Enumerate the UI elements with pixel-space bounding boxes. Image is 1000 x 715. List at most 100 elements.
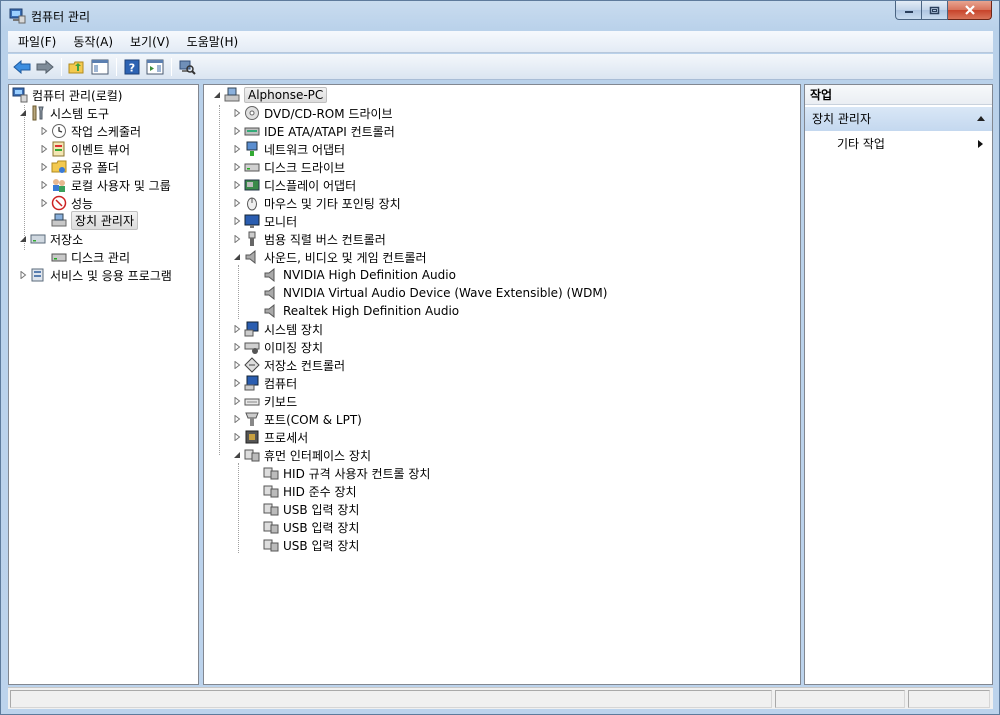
expand-arrow-icon[interactable] [18, 270, 28, 280]
collapse-arrow-icon[interactable] [18, 234, 28, 244]
tree-item-disk-management[interactable]: 디스크 관리 [51, 248, 130, 266]
show-hide-action-pane-button[interactable] [144, 56, 166, 78]
tree-item-event-viewer[interactable]: 이벤트 뷰어 [39, 140, 130, 158]
expand-arrow-icon[interactable] [39, 144, 49, 154]
expand-arrow-icon[interactable] [232, 324, 242, 334]
device-tree-pane: Alphonse-PC DVD/CD-ROM 드라이브 IDE ATA/ATAP… [203, 84, 801, 685]
users-group-icon [51, 177, 67, 193]
scan-hardware-icon [179, 60, 196, 75]
storage-icon [30, 231, 46, 247]
device-category-more-5[interactable]: 포트(COM & LPT) [232, 410, 362, 428]
up-folder-icon [68, 61, 84, 73]
expand-arrow-icon[interactable] [39, 126, 49, 136]
device-sound-0[interactable]: NVIDIA High Definition Audio [263, 266, 456, 284]
tree-item-computer-root[interactable]: Alphonse-PC [212, 86, 328, 104]
system-device-icon [244, 321, 260, 337]
device-category-2[interactable]: 네트워크 어댑터 [232, 140, 345, 158]
menu-help[interactable]: 도움말(H) [180, 32, 246, 52]
expand-arrow-icon[interactable] [232, 180, 242, 190]
device-category-more-2[interactable]: 저장소 컨트롤러 [232, 356, 345, 374]
title-bar[interactable]: 컴퓨터 관리 [1, 1, 999, 31]
device-category-sound[interactable]: 사운드, 비디오 및 게임 컨트롤러 [232, 248, 427, 266]
tree-item-device-manager[interactable]: 장치 관리자 [51, 210, 139, 230]
device-category-hid[interactable]: 휴먼 인터페이스 장치 [232, 446, 371, 464]
back-button[interactable] [11, 56, 33, 78]
expand-arrow-icon[interactable] [232, 360, 242, 370]
device-category-5[interactable]: 마우스 및 기타 포인팅 장치 [232, 194, 401, 212]
tree-item-computer-management[interactable]: 컴퓨터 관리(로컬) [12, 86, 122, 104]
up-folder-button[interactable] [66, 56, 88, 78]
minimize-button[interactable] [895, 1, 922, 20]
collapse-arrow-icon[interactable] [18, 108, 28, 118]
show-hide-console-tree-button[interactable] [89, 56, 111, 78]
collapse-arrow-icon[interactable] [212, 90, 222, 100]
hid-icon [244, 447, 260, 463]
tree-item-services-apps[interactable]: 서비스 및 응용 프로그램 [18, 266, 172, 284]
device-category-more-6[interactable]: 프로세서 [232, 428, 308, 446]
device-hid-4[interactable]: USB 입력 장치 [263, 536, 359, 554]
tree-item-task-scheduler[interactable]: 작업 스케줄러 [39, 122, 141, 140]
expand-arrow-icon[interactable] [232, 432, 242, 442]
device-category-label: 저장소 컨트롤러 [264, 358, 346, 373]
collapse-arrow-icon[interactable] [232, 252, 242, 262]
device-category-more-0[interactable]: 시스템 장치 [232, 320, 323, 338]
tree-item-system-tools[interactable]: 시스템 도구 [18, 104, 109, 122]
maximize-button[interactable] [922, 1, 948, 20]
help-button[interactable]: ? [121, 56, 143, 78]
expand-arrow-icon[interactable] [232, 414, 242, 424]
menu-action[interactable]: 동작(A) [66, 32, 120, 52]
device-sound-2[interactable]: Realtek High Definition Audio [263, 302, 459, 320]
device-category-more-3[interactable]: 컴퓨터 [232, 374, 297, 392]
processor-icon [244, 429, 260, 445]
device-hid-2[interactable]: USB 입력 장치 [263, 500, 359, 518]
expand-arrow-icon[interactable] [232, 162, 242, 172]
tree-item-performance[interactable]: 성능 [39, 194, 93, 212]
tree-item-label: 작업 스케줄러 [71, 124, 142, 139]
expand-arrow-icon[interactable] [232, 396, 242, 406]
tree-line [219, 105, 220, 455]
expand-arrow-icon[interactable] [232, 342, 242, 352]
expand-arrow-icon[interactable] [232, 144, 242, 154]
monitor-icon [244, 213, 260, 229]
expand-arrow-icon[interactable] [232, 378, 242, 388]
tree-item-label: 컴퓨터 관리(로컬) [32, 88, 123, 103]
device-category-0[interactable]: DVD/CD-ROM 드라이브 [232, 104, 393, 122]
device-category-3[interactable]: 디스크 드라이브 [232, 158, 345, 176]
device-category-1[interactable]: IDE ATA/ATAPI 컨트롤러 [232, 122, 395, 140]
expand-arrow-icon[interactable] [39, 180, 49, 190]
device-category-label: IDE ATA/ATAPI 컨트롤러 [264, 124, 395, 139]
tree-item-shared-folders[interactable]: 공유 폴더 [39, 158, 119, 176]
device-category-more-1[interactable]: 이미징 장치 [232, 338, 323, 356]
expand-arrow-icon[interactable] [232, 198, 242, 208]
collapse-arrow-icon[interactable] [232, 450, 242, 460]
expand-arrow-icon[interactable] [232, 234, 242, 244]
toolbar-separator [171, 57, 172, 76]
forward-icon [36, 59, 54, 74]
device-category-more-4[interactable]: 키보드 [232, 392, 297, 410]
device-category-6[interactable]: 모니터 [232, 212, 297, 230]
expand-arrow-icon[interactable] [232, 216, 242, 226]
scan-hardware-button[interactable] [176, 56, 198, 78]
expand-arrow-icon[interactable] [232, 108, 242, 118]
expand-arrow-icon[interactable] [39, 162, 49, 172]
device-sound-1[interactable]: NVIDIA Virtual Audio Device (Wave Extens… [263, 284, 607, 302]
action-section-device-manager[interactable]: 장치 관리자 [805, 107, 992, 131]
device-hid-1[interactable]: HID 준수 장치 [263, 482, 357, 500]
forward-button[interactable] [34, 56, 56, 78]
device-category-4[interactable]: 디스플레이 어댑터 [232, 176, 356, 194]
device-category-7[interactable]: 범용 직렬 버스 컨트롤러 [232, 230, 386, 248]
device-hid-3[interactable]: USB 입력 장치 [263, 518, 359, 536]
tree-item-storage[interactable]: 저장소 [18, 230, 83, 248]
device-label: USB 입력 장치 [283, 502, 360, 517]
close-icon [964, 5, 975, 15]
submenu-arrow-icon [978, 140, 983, 148]
close-button[interactable] [948, 1, 992, 20]
action-more-actions[interactable]: 기타 작업 [837, 135, 992, 153]
expand-arrow-icon[interactable] [232, 126, 242, 136]
expand-arrow-icon[interactable] [39, 198, 49, 208]
menu-file[interactable]: 파일(F) [11, 32, 63, 52]
device-hid-0[interactable]: HID 규격 사용자 컨트롤 장치 [263, 464, 430, 482]
device-category-label: 사운드, 비디오 및 게임 컨트롤러 [264, 250, 427, 265]
tree-item-local-users[interactable]: 로컬 사용자 및 그룹 [39, 176, 171, 194]
menu-view[interactable]: 보기(V) [123, 32, 177, 52]
